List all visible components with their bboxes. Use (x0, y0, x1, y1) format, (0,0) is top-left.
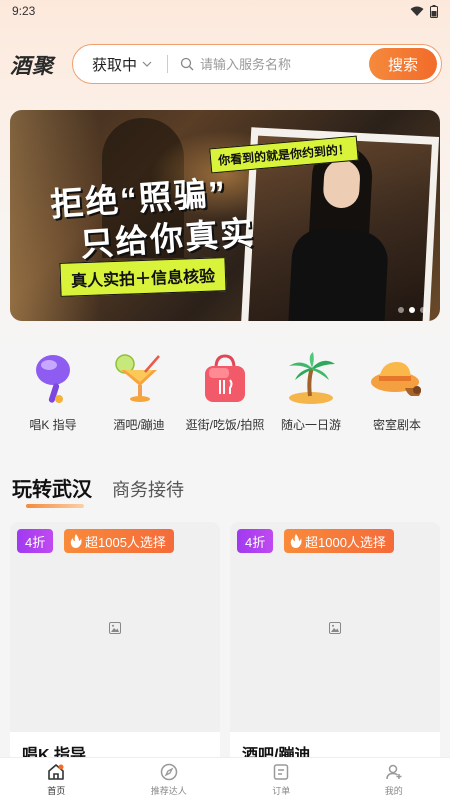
model-face (322, 159, 361, 209)
wifi-icon (410, 6, 424, 16)
card-image (230, 522, 440, 732)
tab-wuhan[interactable]: 玩转武汉 (12, 473, 92, 508)
palm-island-icon (283, 350, 339, 406)
category-label: 唱K 指导 (29, 418, 77, 432)
category-escape-room[interactable]: 密室剧本 (356, 350, 438, 440)
category-label: 逛街/吃饭/拍照 (185, 418, 265, 432)
image-placeholder-icon (109, 622, 121, 634)
profile-icon (386, 764, 402, 779)
tab-business[interactable]: 商务接待 (112, 476, 184, 502)
tab-label: 玩转武汉 (12, 479, 92, 501)
nav-label: 我的 (384, 785, 403, 796)
compass-icon (160, 763, 177, 780)
popularity-text: 超1000人选择 (305, 534, 386, 550)
image-placeholder-icon (329, 622, 341, 634)
home-icon (48, 763, 65, 780)
model-body (287, 227, 390, 321)
banner-pagination (398, 307, 426, 313)
battery-icon (430, 4, 438, 18)
nav-recommend[interactable]: 推荐达人 (124, 762, 214, 797)
chevron-down-icon (142, 61, 152, 67)
card-image (10, 522, 220, 732)
discount-badge: 4折 (17, 529, 54, 553)
status-time: 9:23 (12, 4, 36, 18)
location-selector[interactable]: 获取中 (73, 54, 167, 75)
promo-banner[interactable]: 你看到的就是你约到的！ 拒绝“照骗” 只给你真实 真人实拍＋信息核验 (10, 110, 440, 321)
cocktail-icon (111, 350, 167, 406)
nav-home[interactable]: 首页 (11, 762, 101, 797)
shopping-bag-icon (197, 350, 253, 406)
location-label: 获取中 (92, 56, 138, 74)
nav-label: 订单 (272, 785, 291, 796)
bottom-navigation: 首页 推荐达人 订单 我的 (0, 757, 450, 800)
banner-dot-active (409, 307, 415, 313)
search-icon (180, 57, 194, 71)
search-button[interactable]: 搜索 (369, 48, 437, 80)
section-tabs: 玩转武汉 商务接待 (12, 466, 184, 508)
nav-label: 推荐达人 (150, 785, 187, 796)
category-bar[interactable]: 酒吧/蹦迪 (98, 350, 180, 440)
nav-orders[interactable]: 订单 (236, 762, 326, 797)
popularity-text: 超1005人选择 (85, 534, 166, 550)
category-day-trip[interactable]: 随心一日游 (270, 350, 352, 440)
nav-profile[interactable]: 我的 (349, 762, 439, 797)
discount-badge: 4折 (237, 529, 274, 553)
search-divider (167, 55, 168, 73)
nav-label: 首页 (47, 785, 66, 796)
service-card[interactable]: 4折 超1000人选择 酒吧/蹦迪 (230, 522, 440, 762)
category-label: 随心一日游 (280, 418, 341, 432)
tab-underline (26, 504, 84, 508)
fire-icon (290, 534, 302, 548)
category-label: 酒吧/蹦迪 (113, 418, 165, 432)
banner-dot (398, 307, 404, 313)
status-bar: 9:23 (0, 0, 450, 22)
popularity-badge: 超1000人选择 (284, 529, 394, 553)
app-logo: 酒聚 (10, 53, 54, 78)
order-icon (274, 763, 289, 780)
status-icons (410, 4, 438, 18)
banner-strip: 真人实拍＋信息核验 (59, 257, 227, 297)
detective-hat-icon (369, 350, 425, 406)
category-row: 唱K 指导 酒吧/蹦迪 逛街/吃饭/拍照 随心一日游 密室剧本 (0, 350, 450, 440)
search-bar: 获取中 搜索 (72, 44, 442, 84)
popularity-badge: 超1005人选择 (64, 529, 174, 553)
search-input[interactable] (200, 56, 350, 72)
category-ktv[interactable]: 唱K 指导 (12, 350, 94, 440)
service-card[interactable]: 4折 超1005人选择 唱K 指导 (10, 522, 220, 762)
banner-dot (420, 307, 426, 313)
header: 酒聚 获取中 搜索 (0, 42, 450, 86)
fire-icon (70, 534, 82, 548)
microphone-icon (25, 350, 81, 406)
category-label: 密室剧本 (372, 418, 421, 432)
category-shopping[interactable]: 逛街/吃饭/拍照 (184, 350, 266, 440)
